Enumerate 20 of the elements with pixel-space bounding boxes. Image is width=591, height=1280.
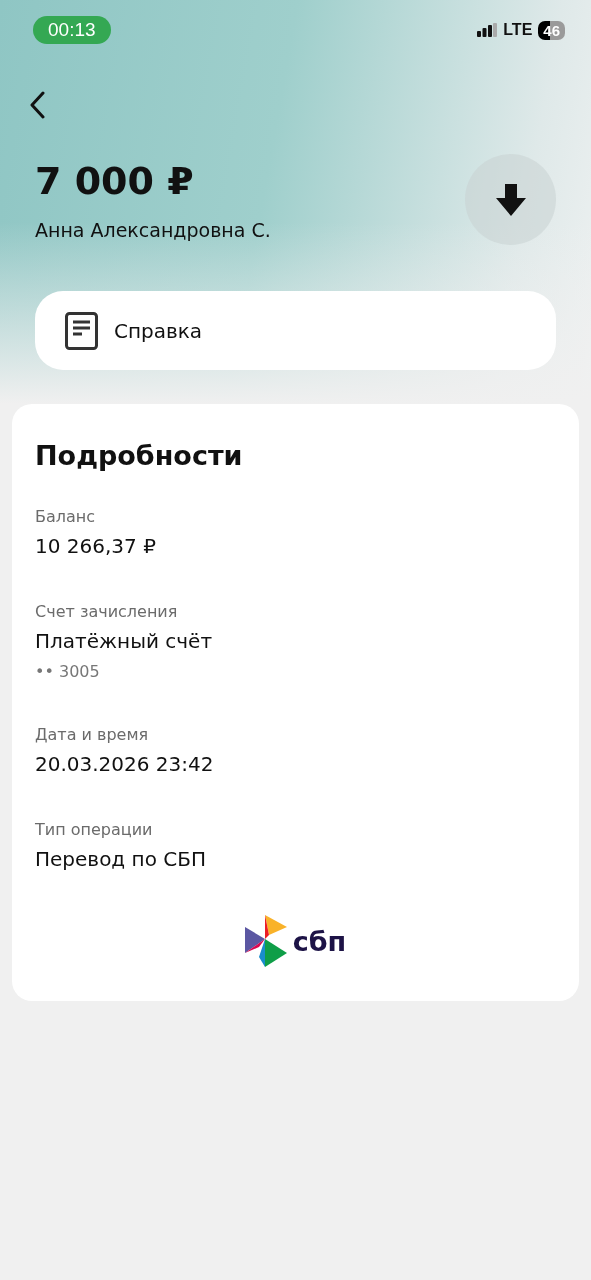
- field-label: Дата и время: [35, 725, 150, 744]
- account-number: •• 3005: [35, 662, 101, 681]
- field-value: Платёжный счёт: [35, 629, 214, 653]
- details-title: Подробности: [35, 440, 244, 471]
- amount: 7 000 ₽: [35, 158, 195, 203]
- field-label: Счет зачисления: [35, 602, 179, 621]
- network-label: LTE: [503, 21, 533, 39]
- sbp-logo-icon: [244, 915, 289, 967]
- field-value: 10 266,37 ₽: [35, 534, 157, 558]
- status-time: 00:13: [33, 16, 111, 44]
- download-icon: [495, 183, 526, 216]
- signal-icon: [477, 23, 498, 37]
- sbp-logo-text: сбп: [292, 925, 347, 957]
- field-value: 20.03.2026 23:42: [35, 752, 215, 776]
- field-label: Тип операции: [35, 820, 154, 839]
- certificate-button[interactable]: Справка: [35, 291, 556, 370]
- document-icon: [65, 311, 98, 350]
- field-value: Перевод по СБП: [35, 847, 207, 871]
- field-label: Баланс: [35, 507, 97, 526]
- recipient-name: Анна Александровна С.: [35, 218, 271, 241]
